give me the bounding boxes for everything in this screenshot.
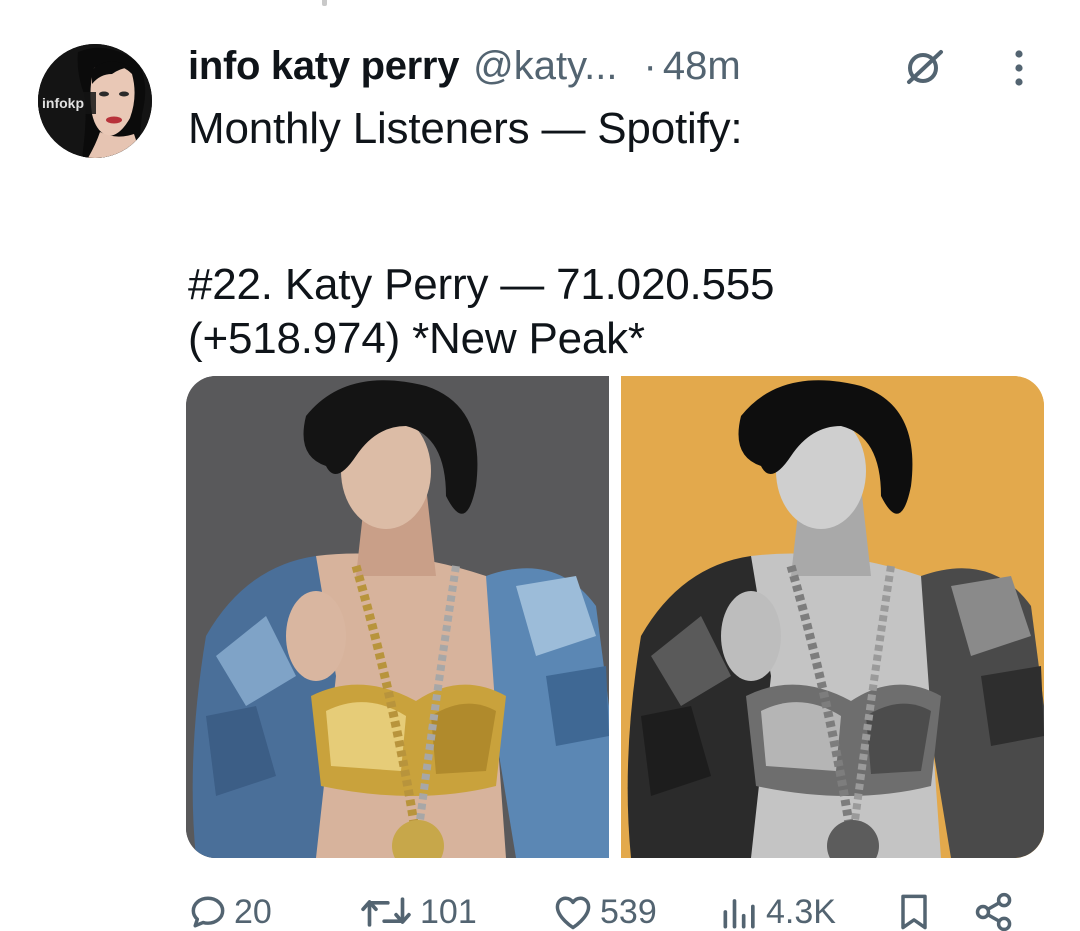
action-bar: 20 101 539 4.3K — [186, 888, 1046, 931]
separator-dot: · — [643, 43, 657, 88]
tweet-line-2: #22. Katy Perry — 71.020.555 — [188, 260, 775, 309]
media-image-monochrome[interactable] — [621, 376, 1044, 858]
bookmark-button[interactable] — [892, 888, 936, 931]
tweet-media — [186, 376, 1044, 858]
bookmark-icon — [901, 894, 927, 930]
repost-icon — [361, 897, 411, 927]
repost-count: 101 — [420, 892, 477, 931]
media-divider — [609, 376, 621, 858]
share-icon — [975, 892, 1012, 931]
reply-count: 20 — [234, 892, 272, 931]
tweet-header: info katy perry @katy... · 48m — [188, 40, 741, 92]
reply-icon — [191, 896, 225, 928]
media-image-color[interactable] — [186, 376, 609, 858]
tweet-line-1: Monthly Listeners — Spotify: — [188, 104, 743, 153]
like-count: 539 — [600, 892, 657, 931]
previous-tweet-connector — [322, 0, 327, 6]
user-handle[interactable]: @katy... — [473, 44, 617, 89]
tweet-text: Monthly Listeners — Spotify: #22. Katy P… — [188, 102, 1048, 366]
avatar[interactable]: infokp — [38, 44, 152, 158]
grok-icon[interactable] — [903, 46, 945, 88]
views-button[interactable]: 4.3K — [718, 888, 836, 931]
like-icon — [555, 896, 591, 930]
views-icon — [723, 899, 755, 929]
timestamp[interactable]: 48m — [663, 44, 741, 89]
share-button[interactable] — [972, 888, 1016, 931]
views-count: 4.3K — [766, 892, 836, 931]
like-button[interactable]: 539 — [550, 888, 657, 931]
display-name[interactable]: info katy perry — [188, 44, 459, 89]
more-icon[interactable] — [1004, 46, 1034, 90]
avatar-text: infokp — [42, 95, 84, 111]
tweet-line-3: (+518.974) *New Peak* — [188, 314, 645, 363]
reply-button[interactable]: 20 — [186, 888, 272, 931]
avatar-image: infokp — [38, 44, 152, 158]
repost-button[interactable]: 101 — [356, 888, 477, 931]
